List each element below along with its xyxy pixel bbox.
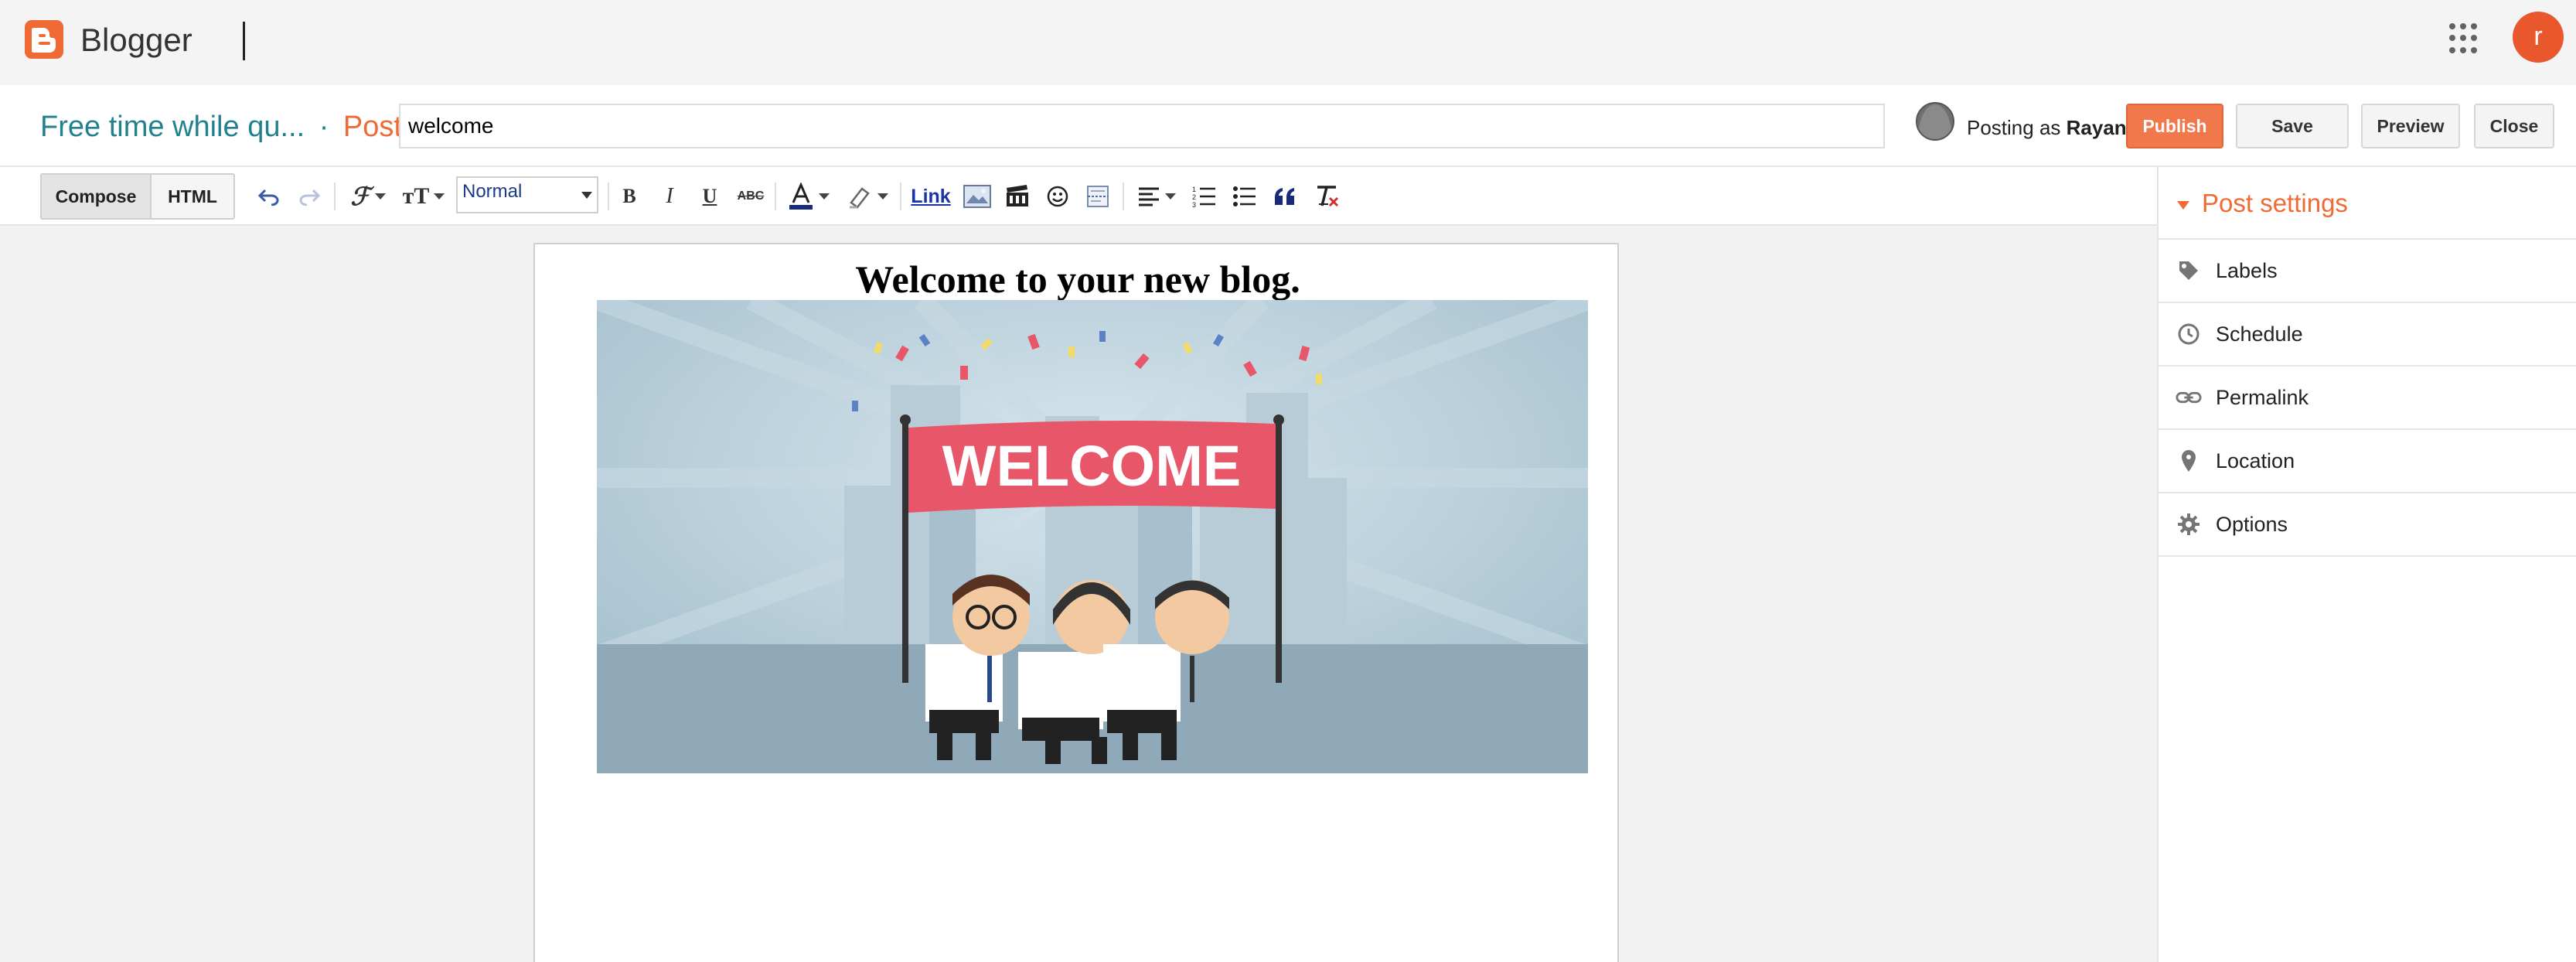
brand-name: Blogger [80,22,193,58]
collapse-caret-icon [2177,200,2189,210]
svg-text:1: 1 [1192,186,1196,193]
settings-item-label: Options [2216,512,2288,536]
format-select-value: Normal [462,181,523,202]
toolbar-divider [334,183,336,210]
settings-item-schedule[interactable]: Schedule [2159,303,2576,367]
undo-icon[interactable] [255,178,283,215]
breadcrumb: Free time while qu... · Post [40,111,402,144]
blog-title-link[interactable]: Free time while qu... [40,111,305,143]
font-size-icon[interactable]: ᴛT [400,178,447,215]
link-button[interactable]: Link [909,178,952,215]
highlight-icon[interactable] [843,178,892,215]
strikethrough-icon[interactable]: ABC [734,178,767,215]
insert-image-icon[interactable] [962,178,993,215]
post-body-editor[interactable]: Welcome to your new blog. WELCOME [533,243,1619,962]
preview-button[interactable]: Preview [2361,104,2460,148]
settings-item-label: Permalink [2216,385,2309,409]
toolbar-divider [608,183,609,210]
font-family-icon[interactable]: ℱ [345,178,391,215]
settings-item-label: Labels [2216,258,2278,282]
brand-divider [243,22,245,60]
mode-tabs: Compose HTML [40,173,235,220]
posting-as-text: Posting as Rayan [1967,116,2127,140]
underline-icon[interactable]: U [696,178,724,215]
post-title-input[interactable] [399,104,1885,148]
redo-icon[interactable] [295,178,323,215]
svg-text:2: 2 [1192,193,1196,201]
chevron-down-icon [581,192,592,199]
banner-text: WELCOME [942,434,1241,498]
toolbar-divider [1123,183,1124,210]
text-color-icon[interactable] [784,178,833,215]
link-icon [2176,384,2202,411]
tag-icon [2176,258,2202,284]
post-settings-header[interactable]: Post settings [2177,189,2348,218]
tab-compose[interactable]: Compose [42,175,152,218]
italic-icon[interactable]: I [656,178,683,215]
emoji-icon[interactable] [1042,178,1073,215]
post-settings-list: Labels Schedule Permalink Location Optio… [2159,238,2576,557]
breadcrumb-separator: · [319,111,329,143]
tab-html[interactable]: HTML [152,175,233,218]
settings-item-label: Schedule [2216,322,2303,346]
settings-item-labels[interactable]: Labels [2159,240,2576,303]
publish-button[interactable]: Publish [2126,104,2223,148]
svg-text:3: 3 [1192,201,1196,208]
toolbar-divider [775,183,776,210]
account-avatar[interactable]: r [2513,12,2564,63]
insert-video-icon[interactable] [1002,178,1033,215]
clock-icon [2176,321,2202,347]
section-label: Post [342,111,402,143]
post-settings-panel: Post settings Labels Schedule Permalink … [2157,167,2576,962]
numbered-list-icon[interactable]: 123 [1189,178,1220,215]
pin-icon [2176,448,2202,474]
welcome-image[interactable]: WELCOME [597,300,1588,773]
post-heading[interactable]: Welcome to your new blog. [535,257,1620,302]
post-settings-title: Post settings [2202,189,2348,217]
align-icon[interactable] [1132,178,1181,215]
format-select[interactable]: Normal [456,176,598,213]
close-button[interactable]: Close [2474,104,2554,148]
poster-profile-icon [1916,102,1954,141]
settings-item-options[interactable]: Options [2159,493,2576,557]
post-header: Free time while qu... · Post Posting as … [0,85,2576,167]
jump-break-icon[interactable] [1082,178,1113,215]
bold-icon[interactable]: B [615,178,643,215]
settings-item-location[interactable]: Location [2159,430,2576,493]
gear-icon [2176,511,2202,537]
app-bar: Blogger r [0,0,2576,85]
settings-item-label: Location [2216,449,2295,472]
save-button[interactable]: Save [2236,104,2349,148]
settings-item-permalink[interactable]: Permalink [2159,367,2576,430]
blogger-logo-icon[interactable] [25,20,63,59]
bulleted-list-icon[interactable] [1229,178,1260,215]
toolbar-divider [900,183,901,210]
posting-as-prefix: Posting as [1967,116,2061,139]
clear-formatting-icon[interactable] [1311,178,1342,215]
editor-toolbar: Compose HTML ℱ ᴛT Normal B I U ABC Link [0,167,2157,226]
apps-grid-icon[interactable] [2449,23,2480,54]
quote-icon[interactable] [1269,178,1300,215]
posting-as-user: Rayan [2066,116,2127,139]
